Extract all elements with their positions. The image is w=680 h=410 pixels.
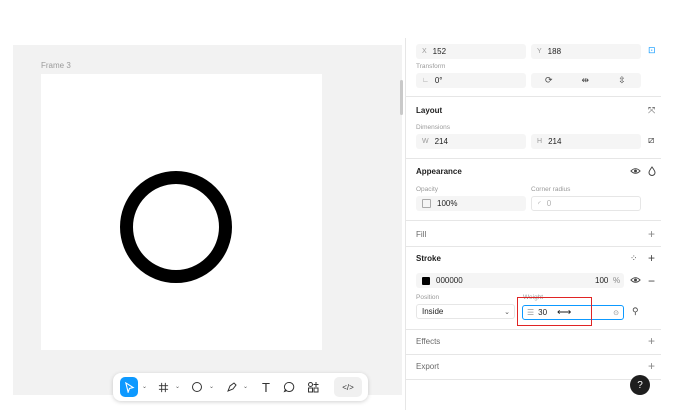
add-effect-plus-icon[interactable]: +	[648, 335, 655, 347]
blend-mode-drop-icon[interactable]	[648, 166, 656, 179]
opacity-field[interactable]: 100%	[416, 196, 526, 211]
pen-tool-icon[interactable]	[224, 377, 240, 397]
advanced-stroke-settings-icon[interactable]: ⚲	[632, 307, 639, 316]
chevron-down-icon[interactable]: ⌄	[209, 383, 214, 390]
add-stroke-plus-icon[interactable]: +	[648, 252, 655, 264]
divider	[405, 329, 661, 330]
corner-radius-label: Corner radius	[531, 186, 571, 193]
add-export-plus-icon[interactable]: +	[648, 360, 655, 372]
constraints-icon[interactable]: ⊡	[648, 46, 656, 55]
stroke-visibility-toggle[interactable]	[630, 276, 641, 287]
transform-actions: ⟳ ⇹ ⇳	[531, 73, 641, 88]
x-value: 152	[432, 47, 447, 56]
x-position-field[interactable]: X 152	[416, 44, 526, 59]
help-button[interactable]: ?	[630, 375, 650, 395]
text-tool-icon[interactable]: T	[258, 377, 274, 397]
width-field[interactable]: W 214	[416, 134, 526, 149]
divider	[405, 379, 661, 380]
chevron-down-icon[interactable]: ⌄	[142, 383, 147, 390]
cursor-arrow-icon	[124, 381, 135, 393]
height-field[interactable]: H 214	[531, 134, 641, 149]
pen-icon	[227, 382, 237, 392]
y-prefix: Y	[537, 48, 542, 55]
export-title[interactable]: Export	[416, 362, 439, 371]
opacity-value: 100%	[437, 199, 458, 208]
y-value: 188	[547, 47, 562, 56]
corner-radius-field[interactable]: ◜ 0	[531, 196, 641, 211]
stroke-position-value: Inside	[422, 307, 444, 316]
stroke-opacity[interactable]: 100	[595, 276, 608, 285]
frame-label[interactable]: Frame 3	[41, 61, 71, 70]
stroke-opacity-unit: %	[613, 276, 621, 285]
dimensions-label: Dimensions	[416, 124, 450, 131]
position-label: Position	[416, 294, 440, 301]
help-label: ?	[637, 379, 643, 391]
eye-icon	[630, 277, 641, 283]
stroke-title: Stroke	[416, 254, 441, 263]
ellipse-icon	[192, 382, 202, 392]
eye-icon	[630, 168, 641, 174]
stroke-position-select[interactable]: Inside ⌄	[416, 304, 515, 319]
divider	[405, 158, 661, 159]
add-fill-plus-icon[interactable]: +	[648, 228, 655, 240]
stroke-color-row[interactable]: 000000 100 %	[416, 273, 624, 288]
move-tool-icon[interactable]	[120, 377, 138, 397]
stroke-color-hex[interactable]: 000000	[436, 276, 463, 285]
actions-grid-icon	[308, 382, 319, 393]
layout-title: Layout	[416, 106, 443, 115]
ellipse-shape[interactable]	[120, 171, 232, 283]
chevron-down-icon[interactable]: ⌄	[243, 383, 248, 390]
chevron-down-icon[interactable]: ⌄	[175, 383, 180, 390]
appearance-title: Appearance	[416, 167, 462, 176]
visibility-eye-icon[interactable]	[630, 167, 641, 178]
effects-title[interactable]: Effects	[416, 337, 440, 346]
weight-highlight-box	[517, 297, 592, 326]
transform-label: Transform	[416, 63, 446, 70]
drop-icon	[648, 166, 656, 176]
rotation-value: 0°	[434, 76, 443, 85]
variable-icon[interactable]: ⊙	[613, 309, 619, 317]
height-value: 214	[548, 137, 562, 146]
y-position-field[interactable]: Y 188	[531, 44, 641, 59]
corner-radius-value: 0	[546, 199, 552, 208]
chevron-down-icon: ⌄	[504, 308, 510, 316]
divider	[405, 354, 661, 355]
stroke-color-swatch[interactable]	[422, 276, 430, 285]
x-prefix: X	[422, 48, 427, 55]
actions-tool-icon[interactable]	[305, 377, 321, 397]
comment-tool-icon[interactable]	[281, 377, 297, 397]
rotation-icon: ∟	[422, 77, 429, 84]
width-value: 214	[434, 137, 448, 146]
w-prefix: W	[422, 138, 429, 145]
rotate-90-icon[interactable]: ⟳	[545, 76, 553, 85]
opacity-label: Opacity	[416, 186, 439, 193]
bottom-toolbar: ⌄ ⌄ ⌄ ⌄ T </>	[113, 373, 368, 401]
flip-horizontal-icon[interactable]: ⇹	[582, 76, 590, 85]
divider	[405, 246, 661, 247]
remove-stroke-minus-icon[interactable]: −	[648, 275, 655, 287]
divider	[405, 220, 661, 221]
stroke-styles-grid-icon[interactable]: ⁘	[630, 254, 638, 263]
fill-title[interactable]: Fill	[416, 230, 426, 239]
constrain-proportions-icon[interactable]: ⧄	[648, 136, 654, 146]
flip-vertical-icon[interactable]: ⇳	[618, 76, 626, 85]
opacity-icon	[422, 199, 431, 208]
shape-tool-icon[interactable]	[189, 377, 205, 397]
divider	[405, 96, 661, 97]
corner-radius-icon: ◜	[538, 200, 541, 208]
h-prefix: H	[537, 138, 543, 145]
resize-to-fit-icon[interactable]: ⤧	[648, 106, 655, 115]
code-icon: </>	[342, 382, 354, 392]
canvas-scrollbar[interactable]	[400, 80, 403, 115]
frame-tool-icon[interactable]	[155, 377, 171, 397]
hash-frame-icon	[158, 382, 168, 392]
dev-mode-toggle[interactable]: </>	[334, 377, 362, 397]
rotation-field[interactable]: ∟ 0°	[416, 73, 526, 88]
comment-bubble-icon	[283, 381, 295, 393]
